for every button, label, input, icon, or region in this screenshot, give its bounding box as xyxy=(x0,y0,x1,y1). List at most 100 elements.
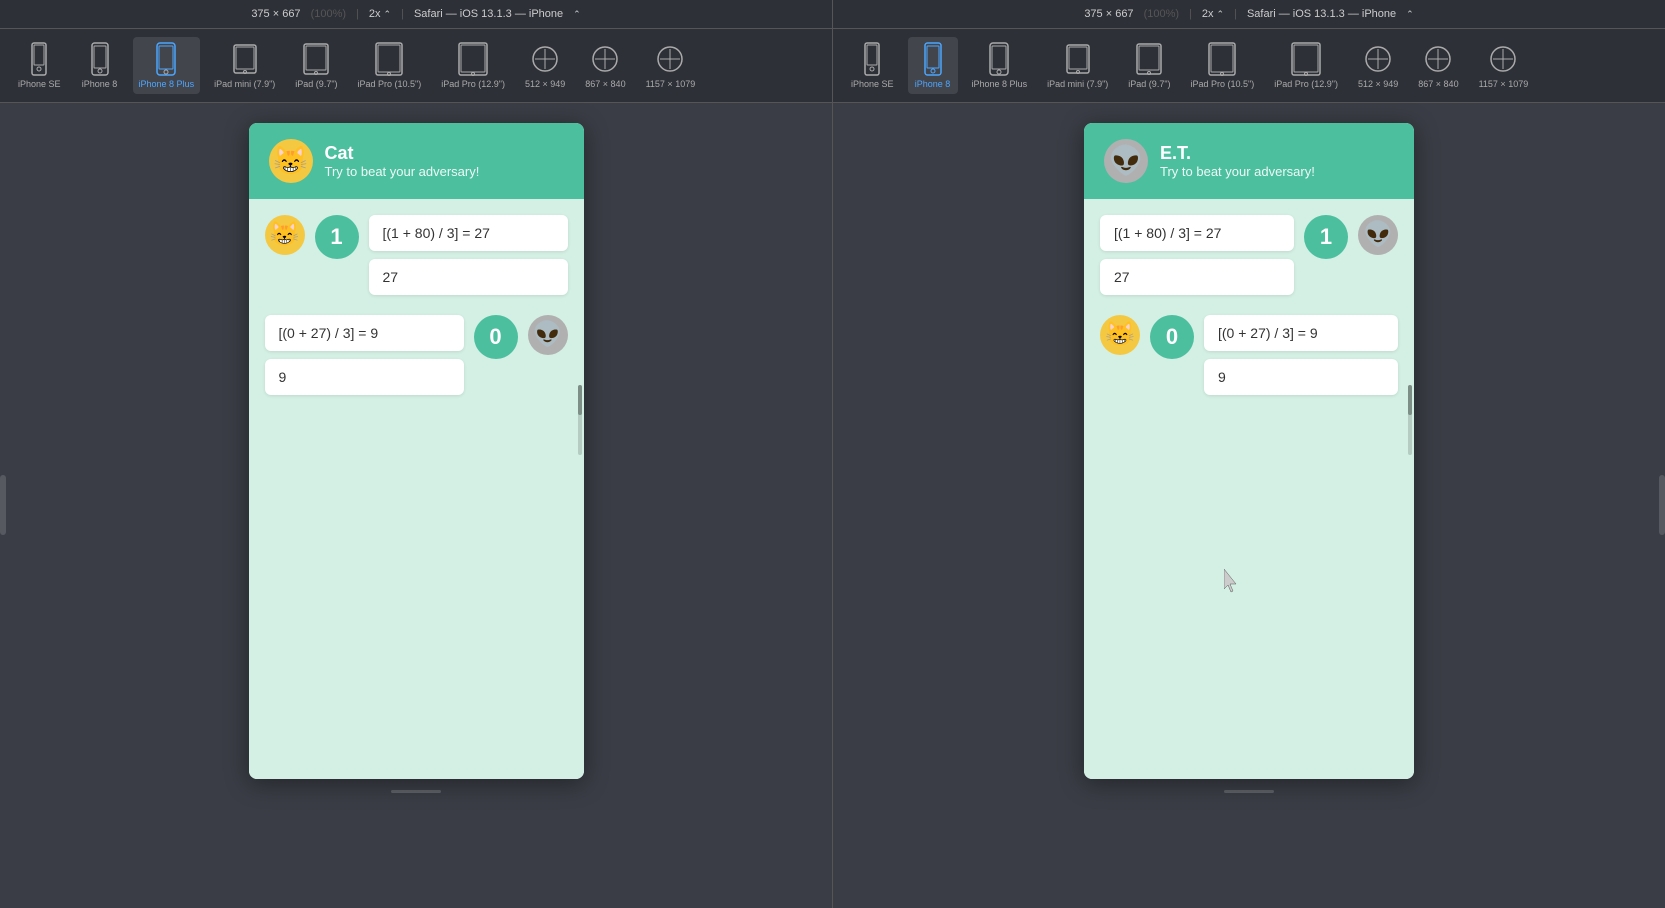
right-panel: 👽 E.T. Try to beat your adversary! 👽 1 [… xyxy=(833,103,1665,908)
left-player2-result: 9 xyxy=(265,359,464,395)
left-device-ipad-label: iPad (9.7") xyxy=(295,79,337,90)
left-device-ipad[interactable]: iPad (9.7") xyxy=(289,37,343,94)
1157-icon xyxy=(652,41,688,77)
iphone-se-icon xyxy=(21,41,57,77)
left-device-867-label: 867 × 840 xyxy=(585,79,625,90)
left-player2-equation: [(0 + 27) / 3] = 9 xyxy=(265,315,464,351)
right-bottom-scroll xyxy=(1224,785,1274,799)
left-phone-frame: 😸 Cat Try to beat your adversary! 😸 1 [(… xyxy=(249,123,584,779)
right-device-toolbar: iPhone SE iPhone 8 iPhone 8 xyxy=(833,29,1665,102)
left-player1-score: 1 xyxy=(315,215,359,259)
right-zoom: 100% xyxy=(1147,8,1175,20)
left-device-ipad-pro-105[interactable]: iPad Pro (10.5") xyxy=(352,37,428,94)
right-device-ipad-pro-129[interactable]: iPad Pro (12.9") xyxy=(1268,37,1344,94)
left-device-ipad-mini[interactable]: iPad mini (7.9") xyxy=(208,37,281,94)
right-header-avatar: 👽 xyxy=(1104,139,1148,183)
left-app-subtitle: Try to beat your adversary! xyxy=(325,164,480,179)
right-device-iphone-8-plus[interactable]: iPhone 8 Plus xyxy=(966,37,1034,94)
right-device-1157-label: 1157 × 1079 xyxy=(1479,79,1529,90)
right-device-iphone-se[interactable]: iPhone SE xyxy=(845,37,900,94)
right-device-ipad-pro-105[interactable]: iPad Pro (10.5") xyxy=(1185,37,1261,94)
right-ipad-pro-129-icon xyxy=(1288,41,1324,77)
left-player2-avatar: 👽 xyxy=(528,315,568,355)
left-device-512[interactable]: 512 × 949 xyxy=(519,37,571,94)
right-device-ipad-mini[interactable]: iPad mini (7.9") xyxy=(1041,37,1114,94)
right-867-icon xyxy=(1420,41,1456,77)
right-device-ipad-label: iPad (9.7") xyxy=(1128,79,1170,90)
left-device-867[interactable]: 867 × 840 xyxy=(579,37,631,94)
left-device-1157[interactable]: 1157 × 1079 xyxy=(640,37,702,94)
right-iphone-se-icon xyxy=(854,41,890,77)
left-device-iphone-8-label: iPhone 8 xyxy=(82,79,118,90)
ipad-icon xyxy=(298,41,334,77)
left-panel: 😸 Cat Try to beat your adversary! 😸 1 [(… xyxy=(0,103,833,908)
right-player2-equation: [(0 + 27) / 3] = 9 xyxy=(1204,315,1398,351)
left-app-title: Cat xyxy=(325,143,480,164)
right-player2-cards: [(0 + 27) / 3] = 9 9 xyxy=(1204,315,1398,395)
left-scroll-indicator xyxy=(391,790,441,793)
right-device-iphone-8-plus-label: iPhone 8 Plus xyxy=(972,79,1028,90)
right-device-512-label: 512 × 949 xyxy=(1358,79,1398,90)
left-device-ipad-pro-105-label: iPad Pro (10.5") xyxy=(358,79,422,90)
left-device-iphone-se-label: iPhone SE xyxy=(18,79,61,90)
right-scroll-indicator xyxy=(1224,790,1274,793)
right-player2-score: 0 xyxy=(1150,315,1194,359)
right-player1-score: 1 xyxy=(1304,215,1348,259)
top-bars-wrapper: 375 × 667 (100%) | 2x ⌃ | Safari — iOS 1… xyxy=(0,0,1665,29)
left-player2-cards: [(0 + 27) / 3] = 9 9 xyxy=(265,315,464,395)
left-scale[interactable]: 2x ⌃ xyxy=(369,8,391,20)
right-player2-row: 😸 0 [(0 + 27) / 3] = 9 9 xyxy=(1100,315,1398,395)
left-header-avatar: 😸 xyxy=(269,139,313,183)
left-game-content: 😸 1 [(1 + 80) / 3] = 27 27 👽 0 [(0 + 27)… xyxy=(249,199,584,779)
right-player1-equation: [(1 + 80) / 3] = 27 xyxy=(1100,215,1294,251)
left-device-toolbar: iPhone SE iPhone 8 iPhone 8 xyxy=(0,29,833,102)
right-device-ipad-mini-label: iPad mini (7.9") xyxy=(1047,79,1108,90)
panels-wrapper: 😸 Cat Try to beat your adversary! 😸 1 [(… xyxy=(0,103,1665,908)
left-device-iphone-se[interactable]: iPhone SE xyxy=(12,37,67,94)
right-device-512[interactable]: 512 × 949 xyxy=(1352,37,1404,94)
right-phone-scrollbar-track xyxy=(1408,385,1412,455)
ipad-pro-105-icon xyxy=(371,41,407,77)
right-1157-icon xyxy=(1485,41,1521,77)
left-device-ipad-pro-129-label: iPad Pro (12.9") xyxy=(441,79,505,90)
right-player1-result: 27 xyxy=(1100,259,1294,295)
right-player1-row: 👽 1 [(1 + 80) / 3] = 27 27 xyxy=(1100,215,1398,295)
right-player1-cards: [(1 + 80) / 3] = 27 27 xyxy=(1100,215,1294,295)
right-player2-avatar: 😸 xyxy=(1100,315,1140,355)
right-game-content: 👽 1 [(1 + 80) / 3] = 27 27 😸 0 [(0 + 27)… xyxy=(1084,199,1414,779)
left-zoom: 100% xyxy=(314,8,342,20)
right-device-1157[interactable]: 1157 × 1079 xyxy=(1473,37,1535,94)
left-device-ipad-pro-129[interactable]: iPad Pro (12.9") xyxy=(435,37,511,94)
left-dimensions: 375 × 667 xyxy=(251,8,300,20)
right-device-iphone-8[interactable]: iPhone 8 xyxy=(908,37,958,94)
left-top-bar: 375 × 667 (100%) | 2x ⌃ | Safari — iOS 1… xyxy=(0,0,833,28)
right-ipad-pro-105-icon xyxy=(1204,41,1240,77)
right-player1-avatar: 👽 xyxy=(1358,215,1398,255)
right-ipad-mini-icon xyxy=(1060,41,1096,77)
right-device-867[interactable]: 867 × 840 xyxy=(1412,37,1464,94)
left-phone-scrollbar-thumb[interactable] xyxy=(578,385,582,415)
iphone-8-plus-icon xyxy=(148,41,184,77)
right-phone-frame: 👽 E.T. Try to beat your adversary! 👽 1 [… xyxy=(1084,123,1414,779)
left-player1-cards: [(1 + 80) / 3] = 27 27 xyxy=(369,215,568,295)
right-scale[interactable]: 2x ⌃ xyxy=(1202,8,1224,20)
left-scrollbar-handle[interactable] xyxy=(0,475,6,535)
right-scrollbar-handle[interactable] xyxy=(1659,475,1665,535)
left-header-text: Cat Try to beat your adversary! xyxy=(325,143,480,179)
right-browser[interactable]: Safari — iOS 13.1.3 — iPhone xyxy=(1247,8,1396,20)
right-device-iphone-se-label: iPhone SE xyxy=(851,79,894,90)
right-app-header: 👽 E.T. Try to beat your adversary! xyxy=(1084,123,1414,199)
right-phone-scrollbar-thumb[interactable] xyxy=(1408,385,1412,415)
right-header-text: E.T. Try to beat your adversary! xyxy=(1160,143,1315,179)
right-device-ipad[interactable]: iPad (9.7") xyxy=(1122,37,1176,94)
right-ipad-icon xyxy=(1131,41,1167,77)
left-device-iphone-8-plus[interactable]: iPhone 8 Plus xyxy=(133,37,201,94)
left-device-1157-label: 1157 × 1079 xyxy=(646,79,696,90)
right-device-iphone-8-label: iPhone 8 xyxy=(915,79,951,90)
left-browser[interactable]: Safari — iOS 13.1.3 — iPhone xyxy=(414,8,563,20)
left-player1-avatar: 😸 xyxy=(265,215,305,255)
left-player1-result: 27 xyxy=(369,259,568,295)
left-device-ipad-mini-label: iPad mini (7.9") xyxy=(214,79,275,90)
left-device-iphone-8[interactable]: iPhone 8 xyxy=(75,37,125,94)
left-player2-row: 👽 0 [(0 + 27) / 3] = 9 9 xyxy=(265,315,568,395)
